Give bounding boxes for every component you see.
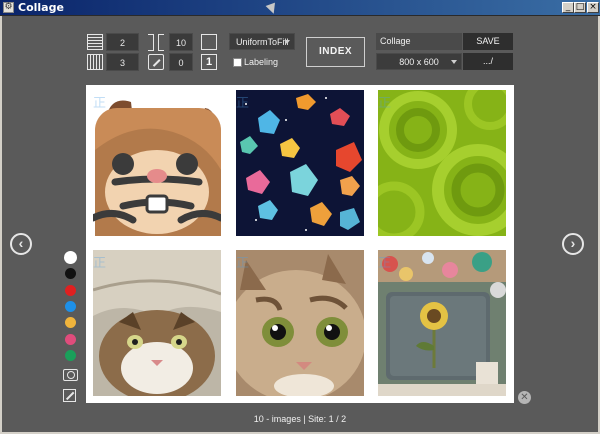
save-button[interactable]: SAVE (463, 33, 513, 50)
chevron-down-icon (284, 40, 290, 44)
rotation-icon (148, 54, 164, 70)
collage-board[interactable]: 正 正 正 正 正 正 (86, 85, 514, 403)
stretch-mode-value: UniformToFill (236, 37, 289, 47)
watermark-text: 正 (93, 256, 107, 271)
image-tile-sunflower[interactable]: 正 (378, 250, 506, 396)
spacing-icon (148, 34, 164, 51)
window-title: Collage (18, 1, 64, 14)
color-swatch-pink[interactable] (65, 334, 76, 345)
rows-icon (87, 34, 103, 50)
color-swatch-blue[interactable] (65, 301, 76, 312)
output-path-button[interactable]: .../ (463, 53, 513, 70)
watermark-text: 正 (93, 96, 107, 111)
chevron-down-icon (451, 60, 457, 64)
columns-icon (87, 54, 103, 70)
stretch-mode-dropdown[interactable]: UniformToFill (229, 33, 295, 50)
image-tile-squirrel[interactable]: 正 (93, 90, 221, 236)
maximize-button[interactable]: □ (574, 2, 586, 13)
labeling-label: Labeling (244, 57, 279, 67)
color-swatch-white[interactable] (64, 251, 77, 264)
one-to-one-icon[interactable]: 1 (201, 54, 217, 70)
image-tile-gems[interactable]: 正 (236, 90, 364, 236)
next-page-button[interactable]: › (562, 233, 584, 255)
color-swatch-green[interactable] (65, 350, 76, 361)
camera-icon[interactable] (63, 369, 78, 381)
output-size-dropdown[interactable]: 800 x 600 (376, 53, 462, 70)
minimize-button[interactable]: _ (562, 2, 574, 13)
collage-app-icon: ⚙ (3, 2, 14, 13)
color-swatch-black[interactable] (65, 268, 76, 279)
watermark-text: 正 (378, 96, 392, 111)
status-bar: 10 - images | Site: 1 / 2 (253, 414, 347, 424)
border-toggle-icon[interactable] (201, 34, 217, 50)
window-frame-left (0, 16, 2, 434)
edit-image-icon[interactable] (63, 389, 76, 402)
output-size-value: 800 x 600 (399, 57, 439, 67)
rotation-input[interactable]: 0 (169, 53, 193, 71)
remove-icon[interactable]: ✕ (518, 391, 531, 404)
index-button[interactable]: INDEX (306, 37, 365, 67)
color-swatch-yellow[interactable] (65, 317, 76, 328)
image-tile-spiral[interactable]: 正 (378, 90, 506, 236)
columns-input[interactable]: 3 (106, 53, 139, 71)
rows-input[interactable]: 2 (106, 33, 139, 51)
close-window-button[interactable]: × (587, 2, 599, 13)
color-swatch-red[interactable] (65, 285, 76, 296)
watermark-text: 正 (236, 96, 250, 111)
watermark-text: 正 (378, 256, 392, 271)
title-bar: ⚙ Collage _ □ × (0, 0, 600, 16)
labeling-checkbox[interactable] (233, 58, 242, 67)
previous-page-button[interactable]: ‹ (10, 233, 32, 255)
image-tile-cat-blanket[interactable]: 正 (93, 250, 221, 396)
spacing-input[interactable]: 10 (169, 33, 193, 51)
image-tile-kitten[interactable]: 正 (236, 250, 364, 396)
collage-name-input[interactable]: Collage (376, 33, 462, 50)
watermark-text: 正 (236, 256, 250, 271)
